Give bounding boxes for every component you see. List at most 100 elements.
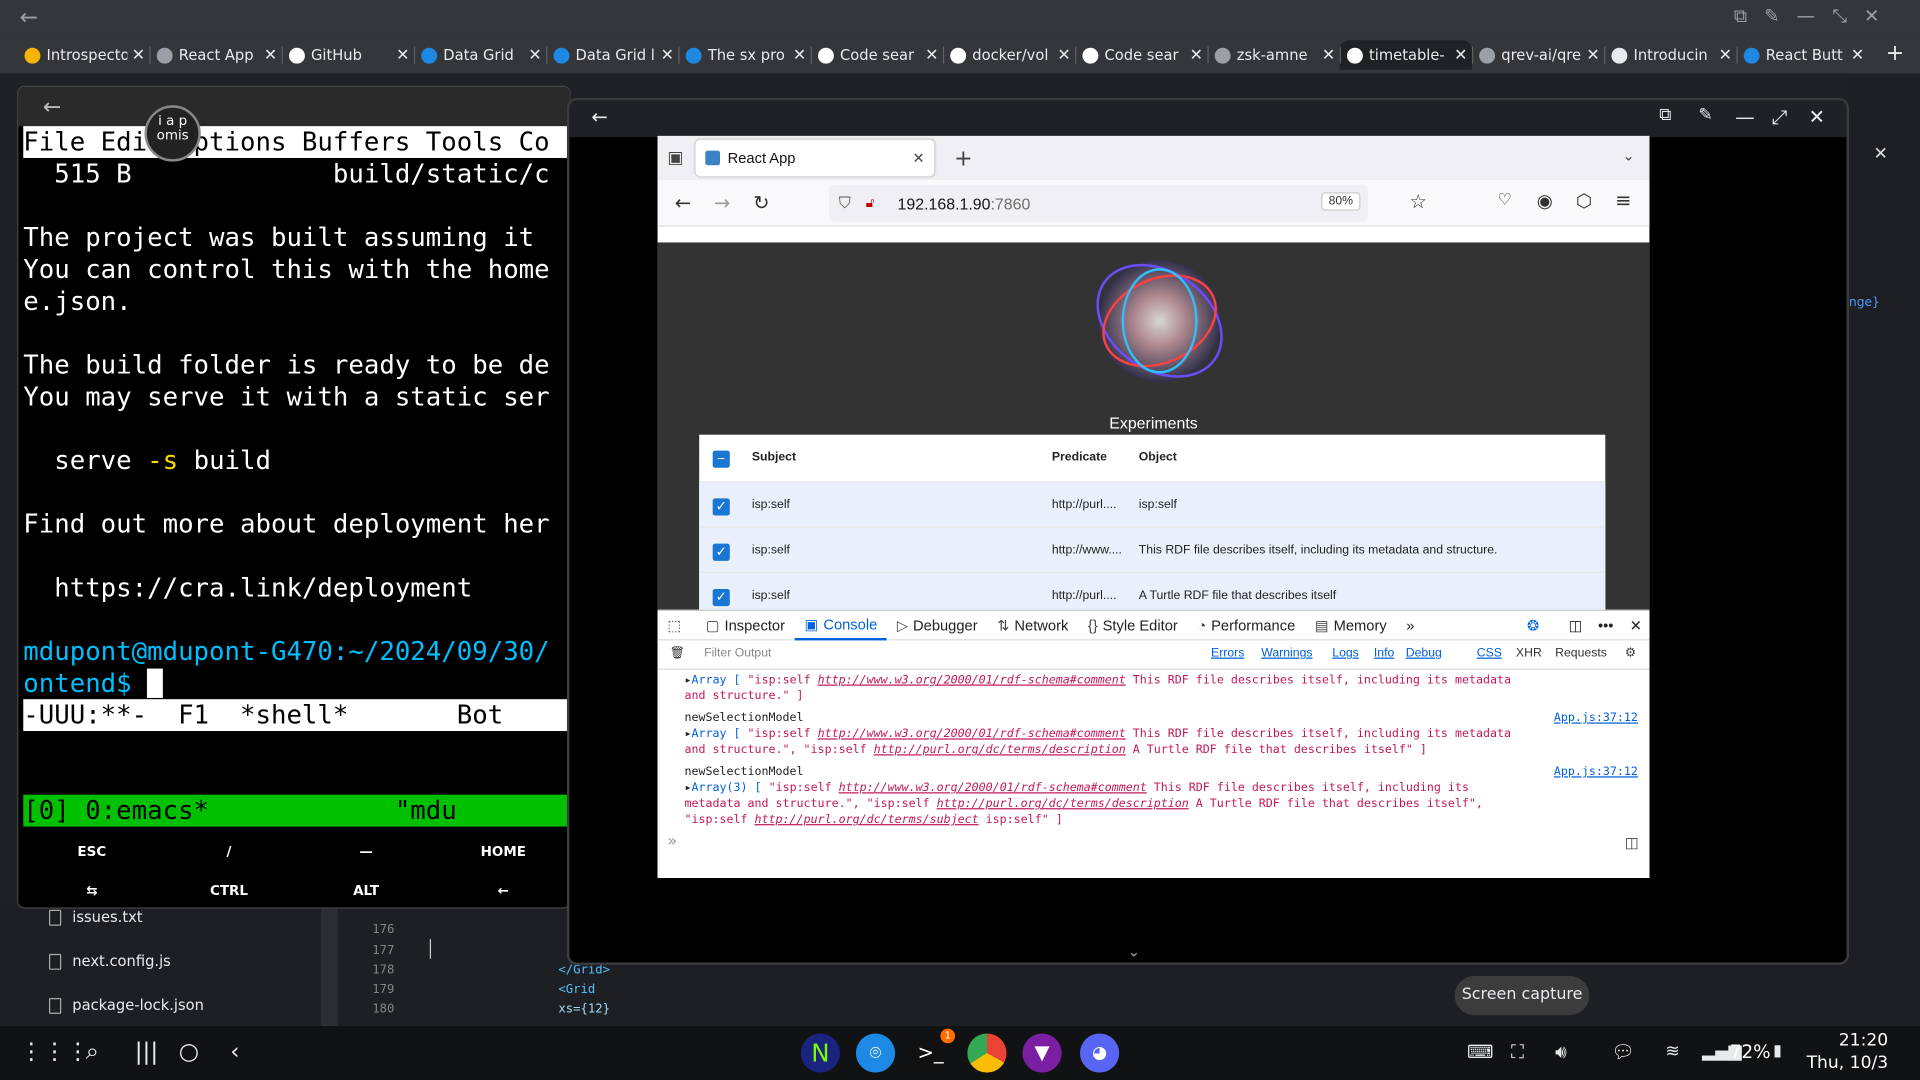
browser-tab[interactable]: Code sear ✕: [810, 40, 943, 69]
close-icon[interactable]: ✕: [127, 46, 149, 64]
window-controls[interactable]: ⧉✎—⤡✕: [1734, 5, 1897, 27]
tab-memory[interactable]: ▤ Memory: [1305, 610, 1396, 639]
console-entry[interactable]: newSelectionModel App.js:37:12 ▸Array(3) […: [684, 764, 1637, 828]
log-link[interactable]: http://www.w3.org/2000/01/rdf-schema#com…: [818, 673, 1126, 686]
screen-capture-toast[interactable]: Screen capture: [1454, 975, 1590, 1016]
log-source-link[interactable]: App.js:37:12: [1554, 710, 1638, 726]
extensions-icon[interactable]: ⬡: [1576, 190, 1592, 212]
browser-tab[interactable]: timetable- ✕: [1339, 40, 1472, 70]
tab-style-editor[interactable]: {} Style Editor: [1078, 610, 1187, 639]
tab-inspector[interactable]: ▢ Inspector: [696, 610, 795, 639]
close-icon[interactable]: ✕: [1318, 46, 1340, 64]
key-slash[interactable]: /: [192, 844, 265, 860]
back-icon[interactable]: ←: [20, 5, 38, 31]
log-link[interactable]: http://purl.org/dc/terms/description: [874, 743, 1126, 756]
browser-tab[interactable]: qrev-ai/qre ✕: [1471, 40, 1604, 69]
close-icon[interactable]: ✕: [1873, 144, 1887, 164]
browser-tab[interactable]: zsk-amne ✕: [1207, 40, 1339, 69]
floating-avatar[interactable]: i a p omis: [144, 105, 201, 162]
log-link[interactable]: http://www.w3.org/2000/01/rdf-schema#com…: [818, 727, 1126, 740]
close-icon[interactable]: ✕: [1582, 46, 1604, 64]
file-item[interactable]: next.config.js: [48, 953, 171, 970]
key-home[interactable]: HOME: [467, 844, 540, 860]
more-tabs-icon[interactable]: »: [1397, 610, 1425, 639]
tab-performance[interactable]: ◔ Performance: [1188, 610, 1305, 639]
firefox-window[interactable]: ▣ React App ✕ + ⌄ ← → ↻ ⛉ 🔓︎ 192.168.1.90…: [657, 135, 1650, 878]
back-icon[interactable]: ←: [675, 191, 691, 214]
table-row[interactable]: ✓ isp:self http://www.... This RDF file …: [699, 527, 1606, 574]
filter-logs[interactable]: Logs: [1332, 647, 1359, 660]
tab-overview-icon[interactable]: ▣: [667, 148, 683, 168]
chrome-icon[interactable]: [967, 1033, 1007, 1073]
chevron-down-icon[interactable]: ⌄: [1622, 147, 1634, 164]
browser-tab[interactable]: React Butt ✕: [1736, 40, 1868, 69]
terminal-window[interactable]: ← File Edit Options Buffers Tools Co 515…: [17, 85, 571, 909]
close-icon[interactable]: ✕: [392, 46, 414, 64]
row-checkbox[interactable]: ✓: [712, 543, 730, 561]
filter-errors[interactable]: Errors: [1211, 647, 1244, 660]
browser-tab[interactable]: Data Grid ✕: [413, 40, 546, 69]
maximize-icon[interactable]: ⤢: [1772, 105, 1788, 129]
log-source-link[interactable]: App.js:37:12: [1554, 764, 1638, 780]
dock-icon[interactable]: ◫: [1569, 617, 1583, 634]
close-icon[interactable]: ✕: [524, 46, 546, 64]
browser-tab[interactable]: docker/vol ✕: [942, 40, 1075, 69]
key-tab[interactable]: ⇆: [55, 883, 128, 899]
screen-capture-icon[interactable]: ⛶: [1511, 1041, 1524, 1063]
row-checkbox[interactable]: ✓: [712, 498, 730, 516]
filter-info[interactable]: Info: [1374, 647, 1394, 660]
filter-css[interactable]: CSS: [1477, 647, 1502, 660]
notifications-icon[interactable]: 💬︎: [1611, 1041, 1634, 1063]
key-esc[interactable]: ESC: [55, 844, 128, 860]
key-alt[interactable]: ALT: [329, 883, 402, 899]
console-input[interactable]: »: [667, 833, 1634, 857]
back-icon[interactable]: ←: [591, 105, 607, 128]
home-icon[interactable]: ○: [179, 1038, 199, 1065]
close-icon[interactable]: ✕: [260, 46, 282, 64]
close-icon[interactable]: ✕: [1630, 617, 1642, 634]
close-icon[interactable]: ✕: [1450, 46, 1472, 64]
column-header[interactable]: Subject: [752, 451, 796, 464]
console-entry[interactable]: newSelectionModel App.js:37:12 ▸Array [ "i…: [684, 710, 1637, 758]
close-icon[interactable]: ✕: [921, 46, 943, 64]
lock-icon[interactable]: 🔓︎: [866, 195, 875, 211]
browser-tab[interactable]: GitHub ✕: [281, 40, 414, 69]
settings-icon[interactable]: ⚙: [1625, 647, 1636, 660]
close-icon[interactable]: ✕: [1809, 105, 1825, 128]
filter-debug[interactable]: Debug: [1406, 647, 1442, 660]
filter-input[interactable]: Filter Output: [704, 647, 771, 660]
filter-warnings[interactable]: Warnings: [1261, 647, 1312, 660]
tab-network[interactable]: ⇅ Network: [987, 610, 1078, 639]
browser-tab[interactable]: React App ✕: [149, 40, 281, 69]
forward-icon[interactable]: →: [714, 191, 730, 214]
account-icon[interactable]: ◉: [1537, 190, 1553, 212]
close-icon[interactable]: ✕: [1185, 46, 1207, 64]
back-icon[interactable]: ←: [43, 94, 61, 120]
close-icon[interactable]: ✕: [656, 46, 678, 64]
table-row[interactable]: ✓ isp:self http://purl.... isp:self: [699, 482, 1606, 528]
responsive-icon[interactable]: ❂: [1527, 617, 1539, 634]
emacs-menu-bar[interactable]: File Edit Options Buffers Tools Co: [23, 126, 570, 158]
log-link[interactable]: http://www.w3.org/2000/01/rdf-schema#com…: [839, 781, 1147, 794]
close-icon[interactable]: ✕: [1714, 46, 1736, 64]
file-item[interactable]: package-lock.json: [48, 997, 204, 1014]
new-tab-button[interactable]: +: [954, 145, 972, 171]
zoom-level[interactable]: 80%: [1321, 192, 1361, 211]
chevron-down-icon[interactable]: ⌄: [1128, 943, 1140, 960]
star-icon[interactable]: ☆: [1409, 190, 1427, 213]
pin-icon[interactable]: ✎: [1698, 105, 1712, 125]
filter-requests[interactable]: Requests: [1555, 647, 1607, 660]
reload-icon[interactable]: ↻: [753, 191, 769, 214]
filter-xhr[interactable]: XHR: [1516, 647, 1542, 660]
trash-icon[interactable]: 🗑︎: [670, 647, 686, 660]
window-mode-icon[interactable]: ⧉: [1659, 105, 1671, 125]
key-dash[interactable]: —: [329, 844, 402, 860]
browser-tab[interactable]: Code sear ✕: [1075, 40, 1207, 69]
split-console-icon[interactable]: ◫: [1625, 834, 1639, 851]
browser-tab[interactable]: The sx pro ✕: [678, 40, 810, 69]
table-row[interactable]: ✓ isp:self http://purl.... A Turtle RDF …: [699, 573, 1606, 610]
select-all-checkbox[interactable]: −: [712, 450, 730, 468]
menu-icon[interactable]: ≡: [1615, 189, 1631, 212]
pocket-icon[interactable]: ♡: [1498, 191, 1512, 209]
browser-tab[interactable]: Introducin ✕: [1604, 40, 1736, 69]
